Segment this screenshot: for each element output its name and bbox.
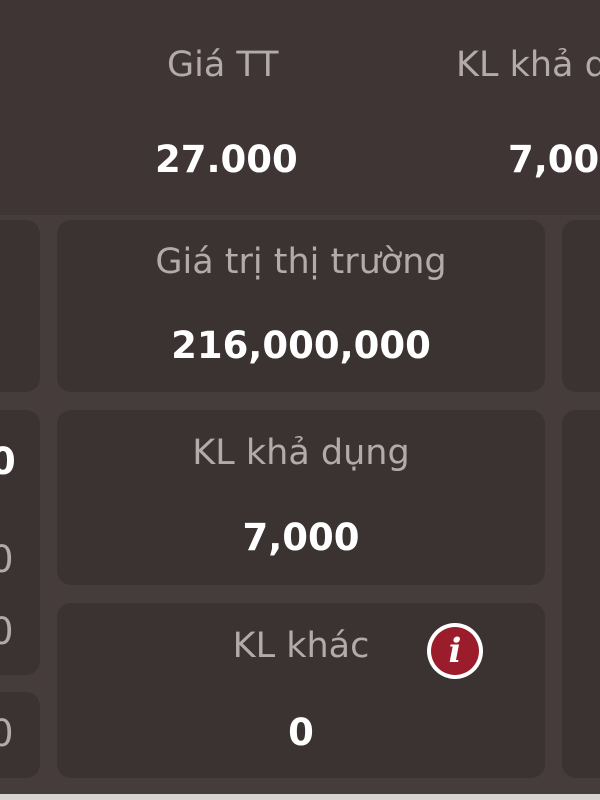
price-label: Giá TT — [167, 45, 279, 85]
right-card-1 — [562, 220, 600, 392]
available-qty-header-label: KL khả d — [456, 45, 600, 85]
right-card-2 — [562, 410, 600, 778]
market-value-value: 216,000,000 — [171, 324, 431, 367]
left-value-2: 0 — [0, 538, 14, 581]
left-value-4: 0 — [0, 712, 14, 755]
left-card-2: 0 0 0 — [0, 410, 40, 675]
available-qty-value: 7,000 — [242, 516, 360, 559]
market-value-label: Giá trị thị trường — [155, 242, 447, 282]
left-value-3: 0 — [0, 610, 14, 653]
summary-header: Giá TT 27.000 KL khả d 7,00 — [0, 0, 600, 215]
bottom-edge — [0, 794, 600, 800]
other-qty-value: 0 — [288, 711, 314, 754]
left-value-1: 0 — [0, 440, 16, 483]
left-card-3: 0 — [0, 692, 40, 778]
other-qty-card: KL khác 0 i — [57, 603, 545, 778]
price-value: 27.000 — [155, 138, 298, 181]
available-qty-label: KL khả dụng — [192, 433, 410, 473]
info-icon-glyph: i — [431, 627, 479, 675]
available-qty-card: KL khả dụng 7,000 — [57, 410, 545, 585]
market-value-card: Giá trị thị trường 216,000,000 — [57, 220, 545, 392]
available-qty-header-value: 7,00 — [508, 138, 600, 181]
info-icon[interactable]: i — [427, 623, 483, 679]
left-card-1 — [0, 220, 40, 392]
